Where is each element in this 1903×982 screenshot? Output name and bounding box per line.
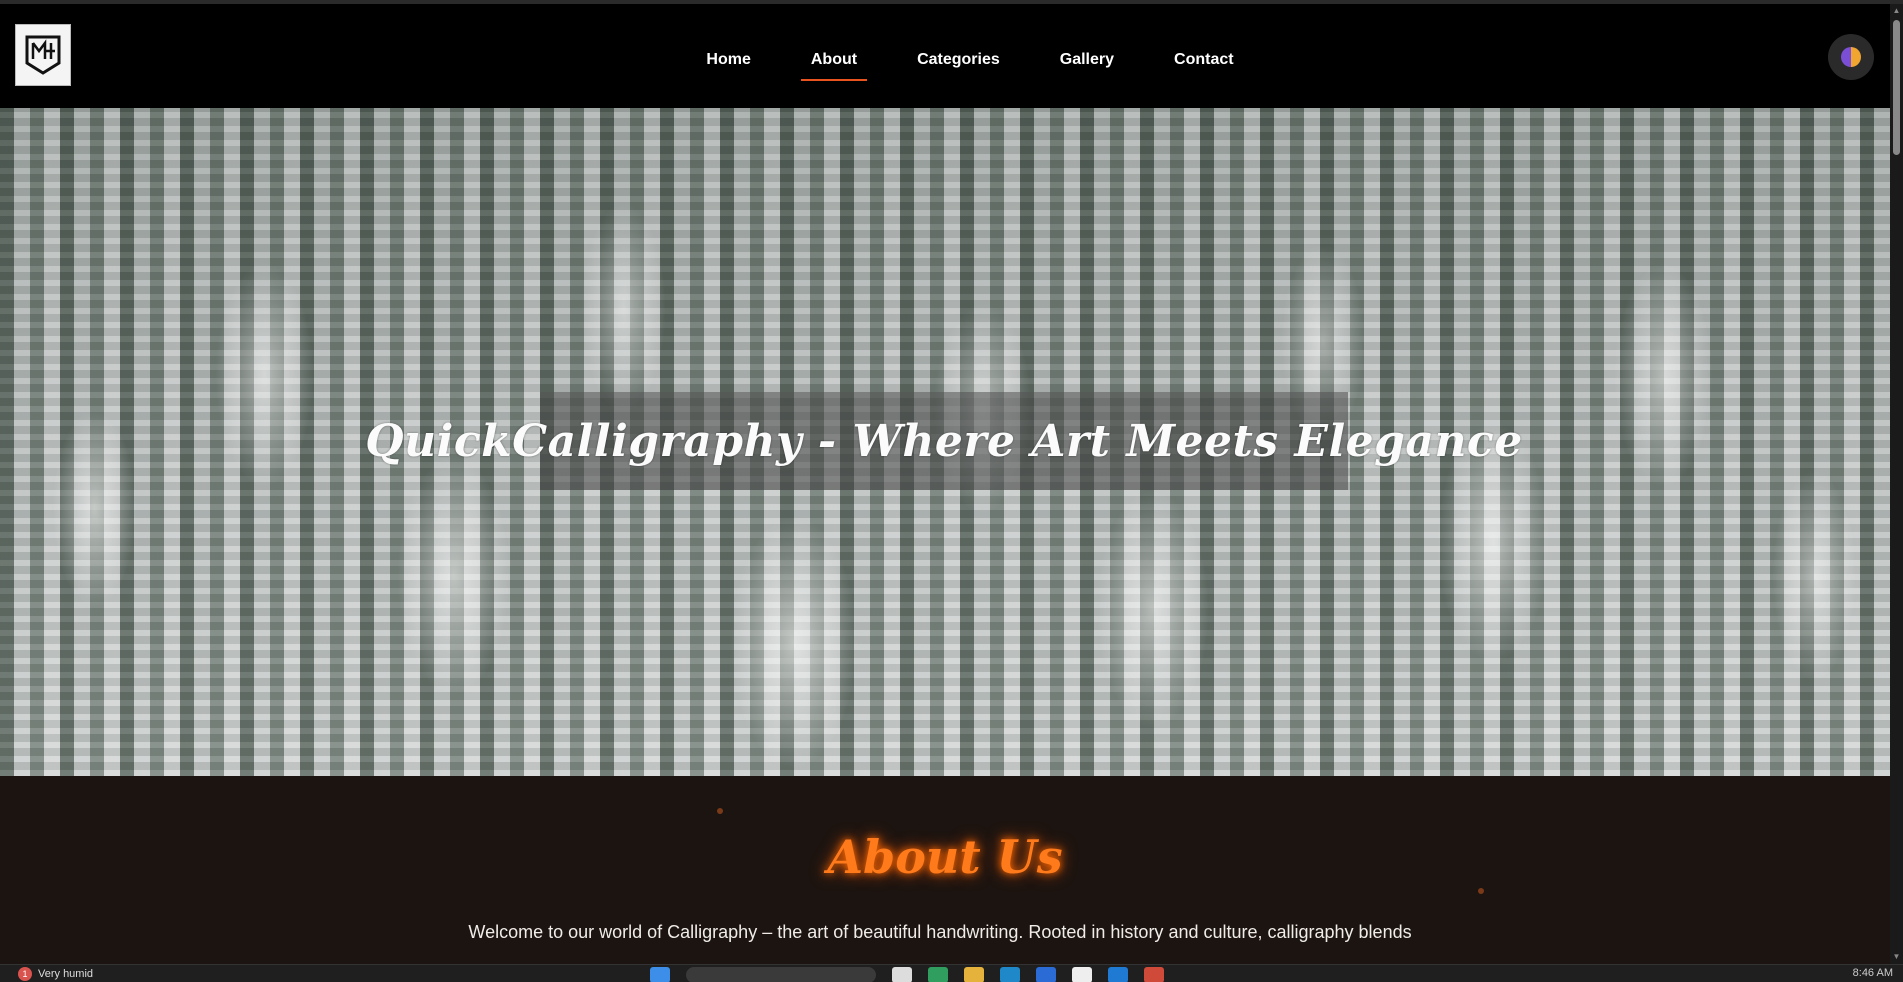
nav-categories[interactable]: Categories <box>907 43 1010 77</box>
ember-particle <box>1478 888 1484 894</box>
hero-title-box: QuickCalligraphy - Where Art Meets Elega… <box>365 392 1522 490</box>
hero-title: QuickCalligraphy - Where Art Meets Elega… <box>365 415 1523 467</box>
about-paragraph: Welcome to our world of Calligraphy – th… <box>468 922 1412 942</box>
nav-gallery[interactable]: Gallery <box>1050 43 1124 77</box>
about-section: About Us Welcome to our world of Calligr… <box>0 776 1890 964</box>
app-icon[interactable] <box>1036 967 1056 982</box>
nav-contact[interactable]: Contact <box>1164 43 1244 77</box>
hero-banner: QuickCalligraphy - Where Art Meets Elega… <box>0 108 1890 776</box>
theme-toggle-button[interactable] <box>1828 34 1874 80</box>
os-taskbar: 1 Very humid 8:46 AM <box>0 964 1903 982</box>
chrome-browser-icon[interactable] <box>1000 967 1020 982</box>
weather-widget[interactable]: 1 Very humid <box>18 965 93 982</box>
file-explorer-icon[interactable] <box>964 967 984 982</box>
scroll-thumb[interactable] <box>1893 20 1900 155</box>
weather-text: Very humid <box>38 968 94 980</box>
weather-badge: 1 <box>18 967 32 981</box>
half-moon-icon <box>1841 47 1861 67</box>
taskbar-search-box[interactable] <box>686 967 876 982</box>
taskbar-clock[interactable]: 8:46 AM <box>1853 967 1893 979</box>
vscode-icon[interactable] <box>1108 967 1128 982</box>
page-scrollbar[interactable]: ▲ ▼ <box>1890 4 1903 964</box>
nav-home[interactable]: Home <box>696 43 760 77</box>
taskbar-icons <box>650 967 1164 982</box>
start-windows-icon[interactable] <box>650 967 670 982</box>
nav-about[interactable]: About <box>800 43 868 81</box>
scroll-down-arrow-icon[interactable]: ▼ <box>1890 950 1903 964</box>
navbar: Home About Categories Gallery Contact <box>0 4 1890 108</box>
task-view-icon[interactable] <box>892 967 912 982</box>
app-icon[interactable] <box>1072 967 1092 982</box>
app-icon[interactable] <box>1144 967 1164 982</box>
edge-browser-icon[interactable] <box>928 967 948 982</box>
about-heading: About Us <box>827 830 1063 884</box>
main-nav: Home About Categories Gallery Contact <box>0 4 1890 108</box>
scroll-up-arrow-icon[interactable]: ▲ <box>1890 4 1903 18</box>
ember-particle <box>717 808 723 814</box>
